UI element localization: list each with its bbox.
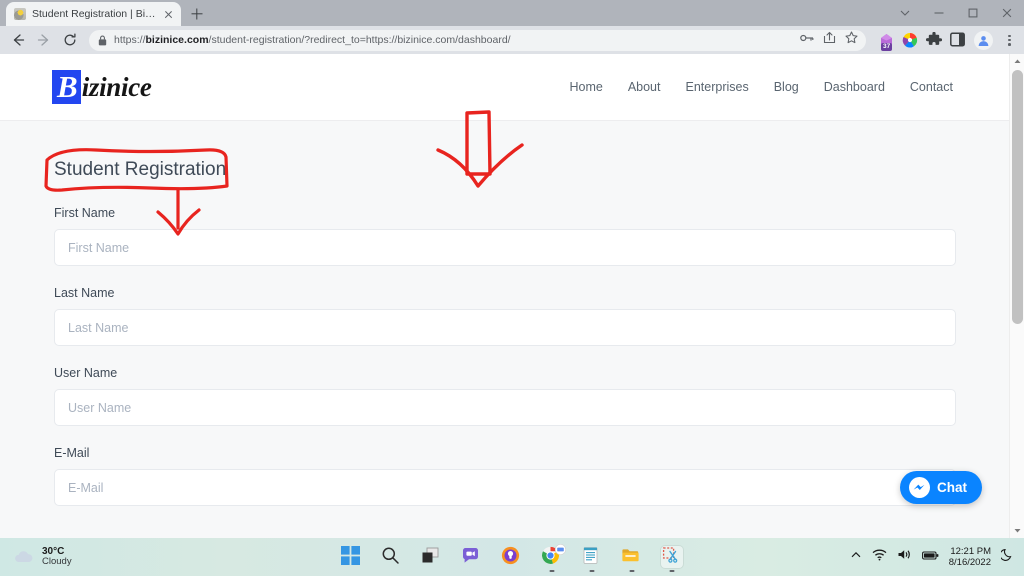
input-user-name[interactable] xyxy=(54,389,956,426)
notifications-moon-icon[interactable] xyxy=(999,548,1014,566)
notepad-icon[interactable] xyxy=(581,546,603,572)
browser-icon[interactable] xyxy=(501,546,523,568)
web-page: B izinice Home About Enterprises Blog Da… xyxy=(0,54,1009,538)
field-user-name: User Name xyxy=(54,366,956,426)
omnibox-actions xyxy=(800,31,860,49)
task-view-icon[interactable] xyxy=(421,546,443,568)
address-bar[interactable]: https://bizinice.com/student-registratio… xyxy=(89,29,866,51)
site-header: B izinice Home About Enterprises Blog Da… xyxy=(0,54,1009,121)
label-email: E-Mail xyxy=(54,446,90,460)
system-tray: 12:21 PM 8/16/2022 xyxy=(850,546,1024,569)
minimize-icon[interactable] xyxy=(922,0,956,26)
forward-icon[interactable] xyxy=(32,28,56,52)
close-window-icon[interactable] xyxy=(990,0,1024,26)
nav-item-dashboard[interactable]: Dashboard xyxy=(824,80,885,94)
site-navigation: Home About Enterprises Blog Dashboard Co… xyxy=(569,80,953,94)
puzzle-extensions-icon[interactable] xyxy=(925,31,943,49)
scrollbar-thumb[interactable] xyxy=(1012,70,1023,324)
share-icon[interactable] xyxy=(823,31,836,49)
tab-search-icon[interactable] xyxy=(888,0,922,26)
clock-time: 12:21 PM xyxy=(950,545,991,557)
extension-icons: 37 xyxy=(873,30,1018,51)
three-dot-menu-icon[interactable] xyxy=(1000,31,1018,49)
browser-toolbar: https://bizinice.com/student-registratio… xyxy=(0,26,1024,54)
running-indicator xyxy=(549,570,555,572)
label-last-name: Last Name xyxy=(54,286,115,300)
nav-item-home[interactable]: Home xyxy=(569,80,602,94)
tab-strip: Student Registration | Bizinice xyxy=(0,0,1024,26)
chat-widget-label: Chat xyxy=(937,480,967,495)
screen: Student Registration | Bizinice xyxy=(0,0,1024,576)
nav-item-about[interactable]: About xyxy=(628,80,661,94)
running-indicator xyxy=(669,570,675,572)
input-last-name[interactable] xyxy=(54,309,956,346)
taskbar-clock[interactable]: 12:21 PM 8/16/2022 xyxy=(949,546,991,569)
window-controls xyxy=(888,0,1024,26)
lock-icon xyxy=(98,35,107,45)
scroll-up-arrow[interactable] xyxy=(1010,54,1024,69)
messenger-icon xyxy=(909,477,930,498)
browser-tab[interactable]: Student Registration | Bizinice xyxy=(6,2,181,26)
profile-avatar[interactable] xyxy=(974,30,993,50)
page-scrollbar[interactable] xyxy=(1009,54,1024,538)
snipping-tool-icon[interactable] xyxy=(661,546,683,572)
extension-badge: 37 xyxy=(881,42,893,51)
tab-title: Student Registration | Bizinice xyxy=(32,8,156,20)
registration-form: Student Registration First Name Last Nam… xyxy=(0,121,1009,506)
page-viewport: B izinice Home About Enterprises Blog Da… xyxy=(0,54,1024,538)
chat-widget-button[interactable]: Chat xyxy=(900,471,982,504)
back-icon[interactable] xyxy=(6,28,30,52)
page-title: Student Registration xyxy=(54,159,227,180)
wifi-icon[interactable] xyxy=(872,548,887,566)
field-last-name: Last Name xyxy=(54,286,956,346)
file-explorer-icon[interactable] xyxy=(621,546,643,572)
bookmark-star-icon[interactable] xyxy=(845,31,858,49)
browser-window: Student Registration | Bizinice xyxy=(0,0,1024,538)
input-email[interactable] xyxy=(54,469,956,506)
nav-item-contact[interactable]: Contact xyxy=(910,80,953,94)
close-tab-icon[interactable] xyxy=(162,8,175,21)
reload-icon[interactable] xyxy=(58,28,82,52)
field-first-name: First Name xyxy=(54,206,956,266)
running-indicator xyxy=(589,570,595,572)
label-first-name: First Name xyxy=(54,206,116,220)
password-key-icon[interactable] xyxy=(800,31,814,49)
weather-condition: Cloudy xyxy=(42,556,72,568)
side-panel-icon[interactable] xyxy=(950,32,967,49)
nav-item-blog[interactable]: Blog xyxy=(774,80,799,94)
tray-overflow-chevron-icon[interactable] xyxy=(850,548,862,566)
maximize-icon[interactable] xyxy=(956,0,990,26)
chrome-notification-badge xyxy=(555,544,566,555)
logo-text: izinice xyxy=(81,71,152,102)
start-button-icon[interactable] xyxy=(341,546,363,568)
site-logo[interactable]: B izinice xyxy=(52,70,152,104)
battery-icon[interactable] xyxy=(921,548,939,566)
volume-icon[interactable] xyxy=(897,548,912,566)
clock-date: 8/16/2022 xyxy=(948,557,991,568)
chrome-icon[interactable] xyxy=(541,544,566,572)
url-text: https://bizinice.com/student-registratio… xyxy=(114,34,511,46)
scroll-down-arrow[interactable] xyxy=(1010,523,1024,538)
taskbar-search-icon[interactable] xyxy=(381,546,403,568)
field-email: E-Mail xyxy=(54,446,956,506)
cloud-icon xyxy=(15,551,33,562)
nav-item-enterprises[interactable]: Enterprises xyxy=(685,80,748,94)
favicon-icon xyxy=(14,8,26,20)
taskbar-app-icons xyxy=(341,544,683,572)
running-indicator xyxy=(629,570,635,572)
color-wheel-extension-icon[interactable] xyxy=(902,32,919,49)
input-first-name[interactable] xyxy=(54,229,956,266)
label-user-name: User Name xyxy=(54,366,118,380)
chat-teams-icon[interactable] xyxy=(461,546,483,568)
grammar-extension-icon[interactable]: 37 xyxy=(878,32,895,51)
new-tab-button[interactable] xyxy=(184,2,210,26)
taskbar-weather-widget[interactable]: 30°C Cloudy xyxy=(0,546,180,568)
windows-taskbar: 30°C Cloudy 12:21 PM 8/16/2022 xyxy=(0,538,1024,576)
logo-mark: B xyxy=(52,70,81,104)
